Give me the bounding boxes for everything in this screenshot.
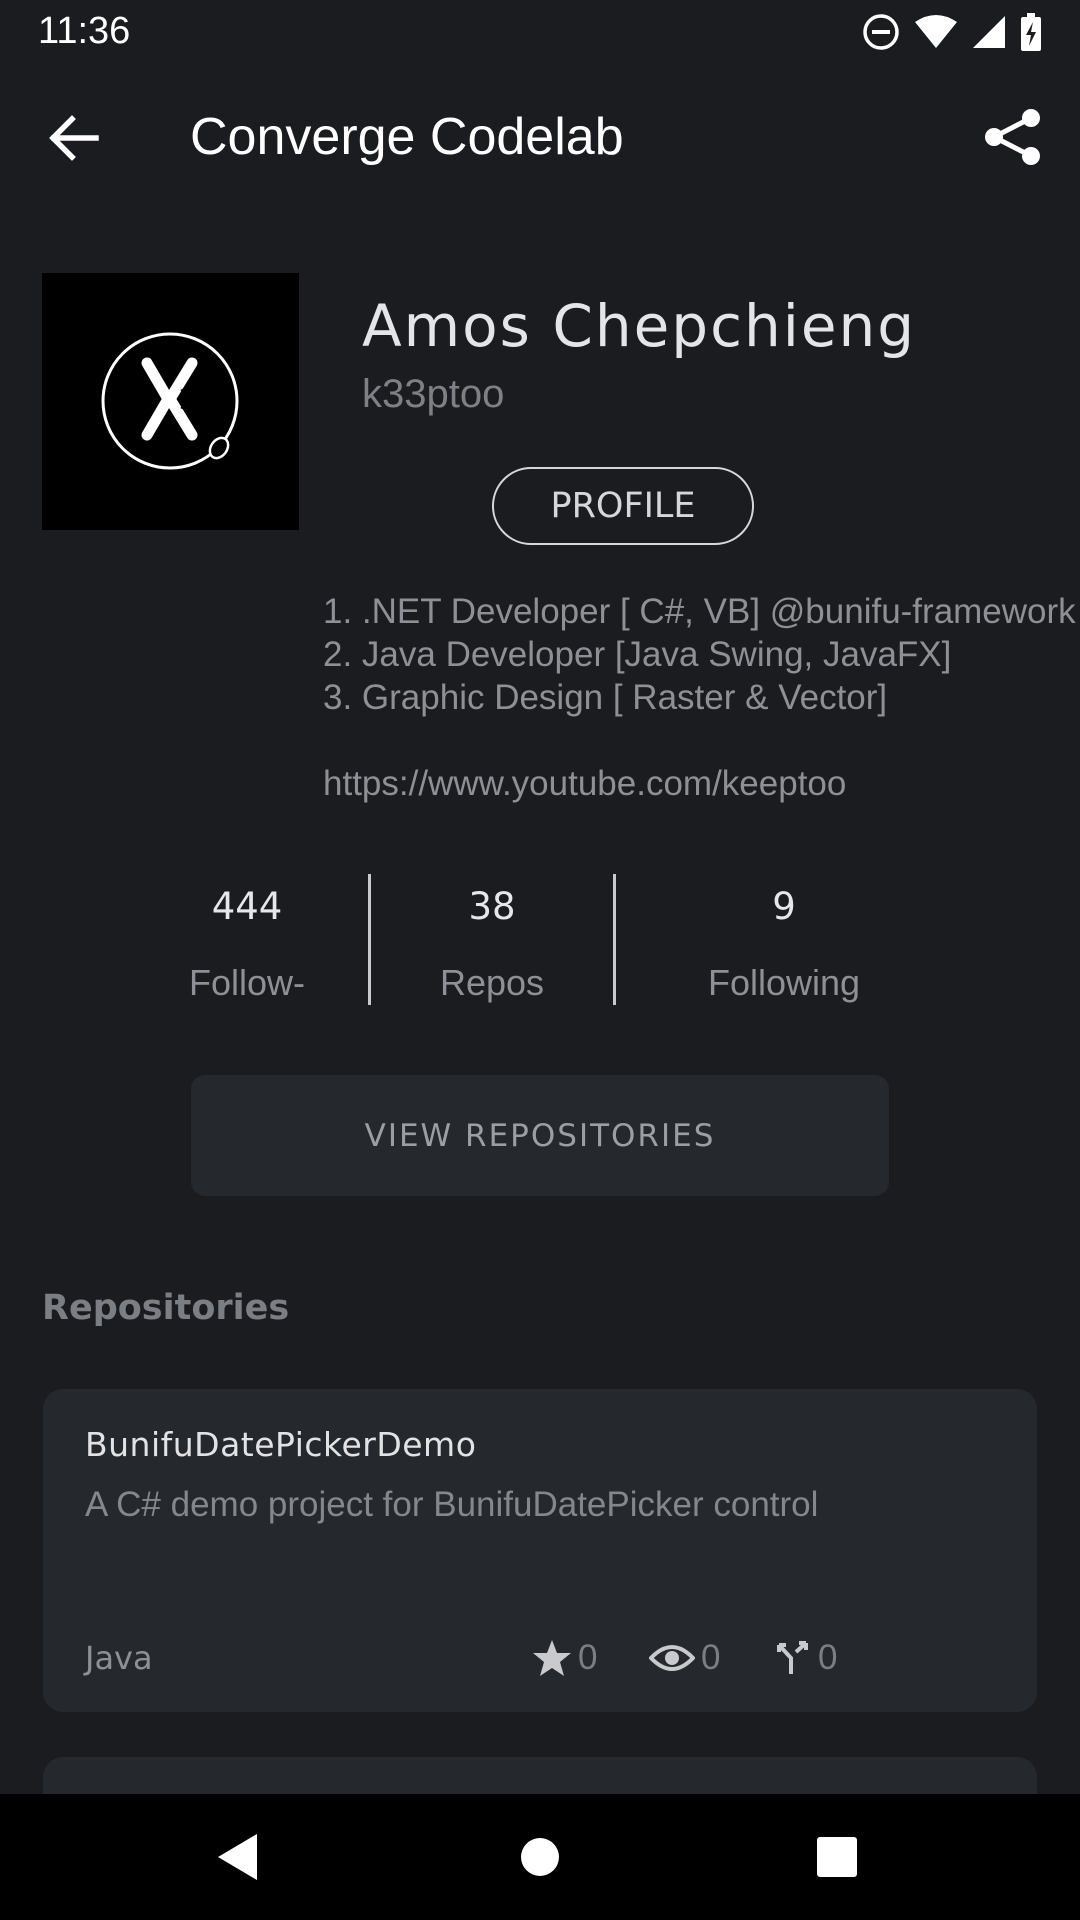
repo-stars-count: 0: [578, 1638, 598, 1677]
bio-link[interactable]: https://www.youtube.com/keeptoo: [323, 762, 1080, 805]
stat-following[interactable]: 9 Following: [684, 885, 884, 1004]
repo-watchers-count: 0: [701, 1638, 721, 1677]
profile-button[interactable]: PROFILE: [492, 467, 754, 545]
bio-line: 1. .NET Developer [ C#, VB] @bunifu-fram…: [323, 592, 1076, 631]
user-name: Amos Chepchieng: [362, 292, 917, 360]
page-title: Converge Codelab: [190, 108, 624, 166]
status-icons: [862, 12, 1042, 52]
nav-recents-icon: [817, 1837, 857, 1877]
following-count: 9: [772, 885, 796, 928]
repo-stars: 0: [532, 1638, 597, 1678]
status-time: 11:36: [38, 10, 131, 52]
nav-back-button[interactable]: [203, 1822, 273, 1892]
share-button[interactable]: [980, 104, 1046, 170]
wifi-icon: [915, 15, 957, 48]
avatar: [42, 273, 299, 530]
following-label: Following: [707, 962, 861, 1003]
user-login: k33ptoo: [362, 372, 505, 416]
repo-name: BunifuDatePickerDemo: [85, 1425, 477, 1464]
repositories-section-title: Repositories: [42, 1288, 290, 1328]
battery-charging-icon: [1021, 13, 1041, 51]
view-repositories-button[interactable]: VIEW REPOSITORIES: [191, 1075, 889, 1196]
arrow-back-icon: [49, 115, 99, 161]
do-not-disturb-icon: [863, 14, 899, 50]
nav-home-icon: [521, 1838, 559, 1876]
stat-divider: [368, 874, 371, 1005]
repo-description: A C# demo project for BunifuDatePicker c…: [85, 1485, 819, 1524]
followers-count: 444: [211, 885, 283, 928]
repo-language: Java: [85, 1639, 153, 1677]
repo-watchers: 0: [649, 1638, 720, 1678]
nav-recents-button[interactable]: [802, 1822, 872, 1892]
app-bar: Converge Codelab: [0, 64, 1080, 212]
repo-forks-count: 0: [818, 1638, 838, 1677]
cell-signal-icon: [973, 16, 1005, 48]
user-bio: 1. .NET Developer [ C#, VB] @bunifu-fram…: [323, 590, 1080, 805]
status-bar: 11:36: [0, 0, 1080, 64]
stat-repos[interactable]: 38 Repos: [412, 885, 572, 1004]
repo-forks: 0: [776, 1638, 837, 1678]
nav-back-icon: [218, 1834, 257, 1880]
back-button[interactable]: [42, 106, 106, 170]
share-icon: [985, 109, 1040, 165]
avatar-logo: [101, 332, 239, 470]
eye-icon: [649, 1645, 695, 1671]
followers-label: Follow-: [188, 962, 305, 1003]
repos-label: Repos: [439, 962, 545, 1003]
star-icon: [533, 1640, 571, 1676]
repo-card[interactable]: BunifuDatePickerDemo A C# demo project f…: [43, 1389, 1037, 1712]
stat-followers[interactable]: 444 Follow-: [167, 885, 327, 1004]
system-nav-bar: [0, 1794, 1080, 1920]
bio-line: 3. Graphic Design [ Raster & Vector]: [323, 678, 888, 717]
fork-icon: [777, 1641, 808, 1674]
stat-divider: [613, 874, 616, 1005]
repos-count: 38: [468, 885, 516, 928]
nav-home-button[interactable]: [505, 1822, 575, 1892]
bio-line: 2. Java Developer [Java Swing, JavaFX]: [323, 635, 952, 674]
